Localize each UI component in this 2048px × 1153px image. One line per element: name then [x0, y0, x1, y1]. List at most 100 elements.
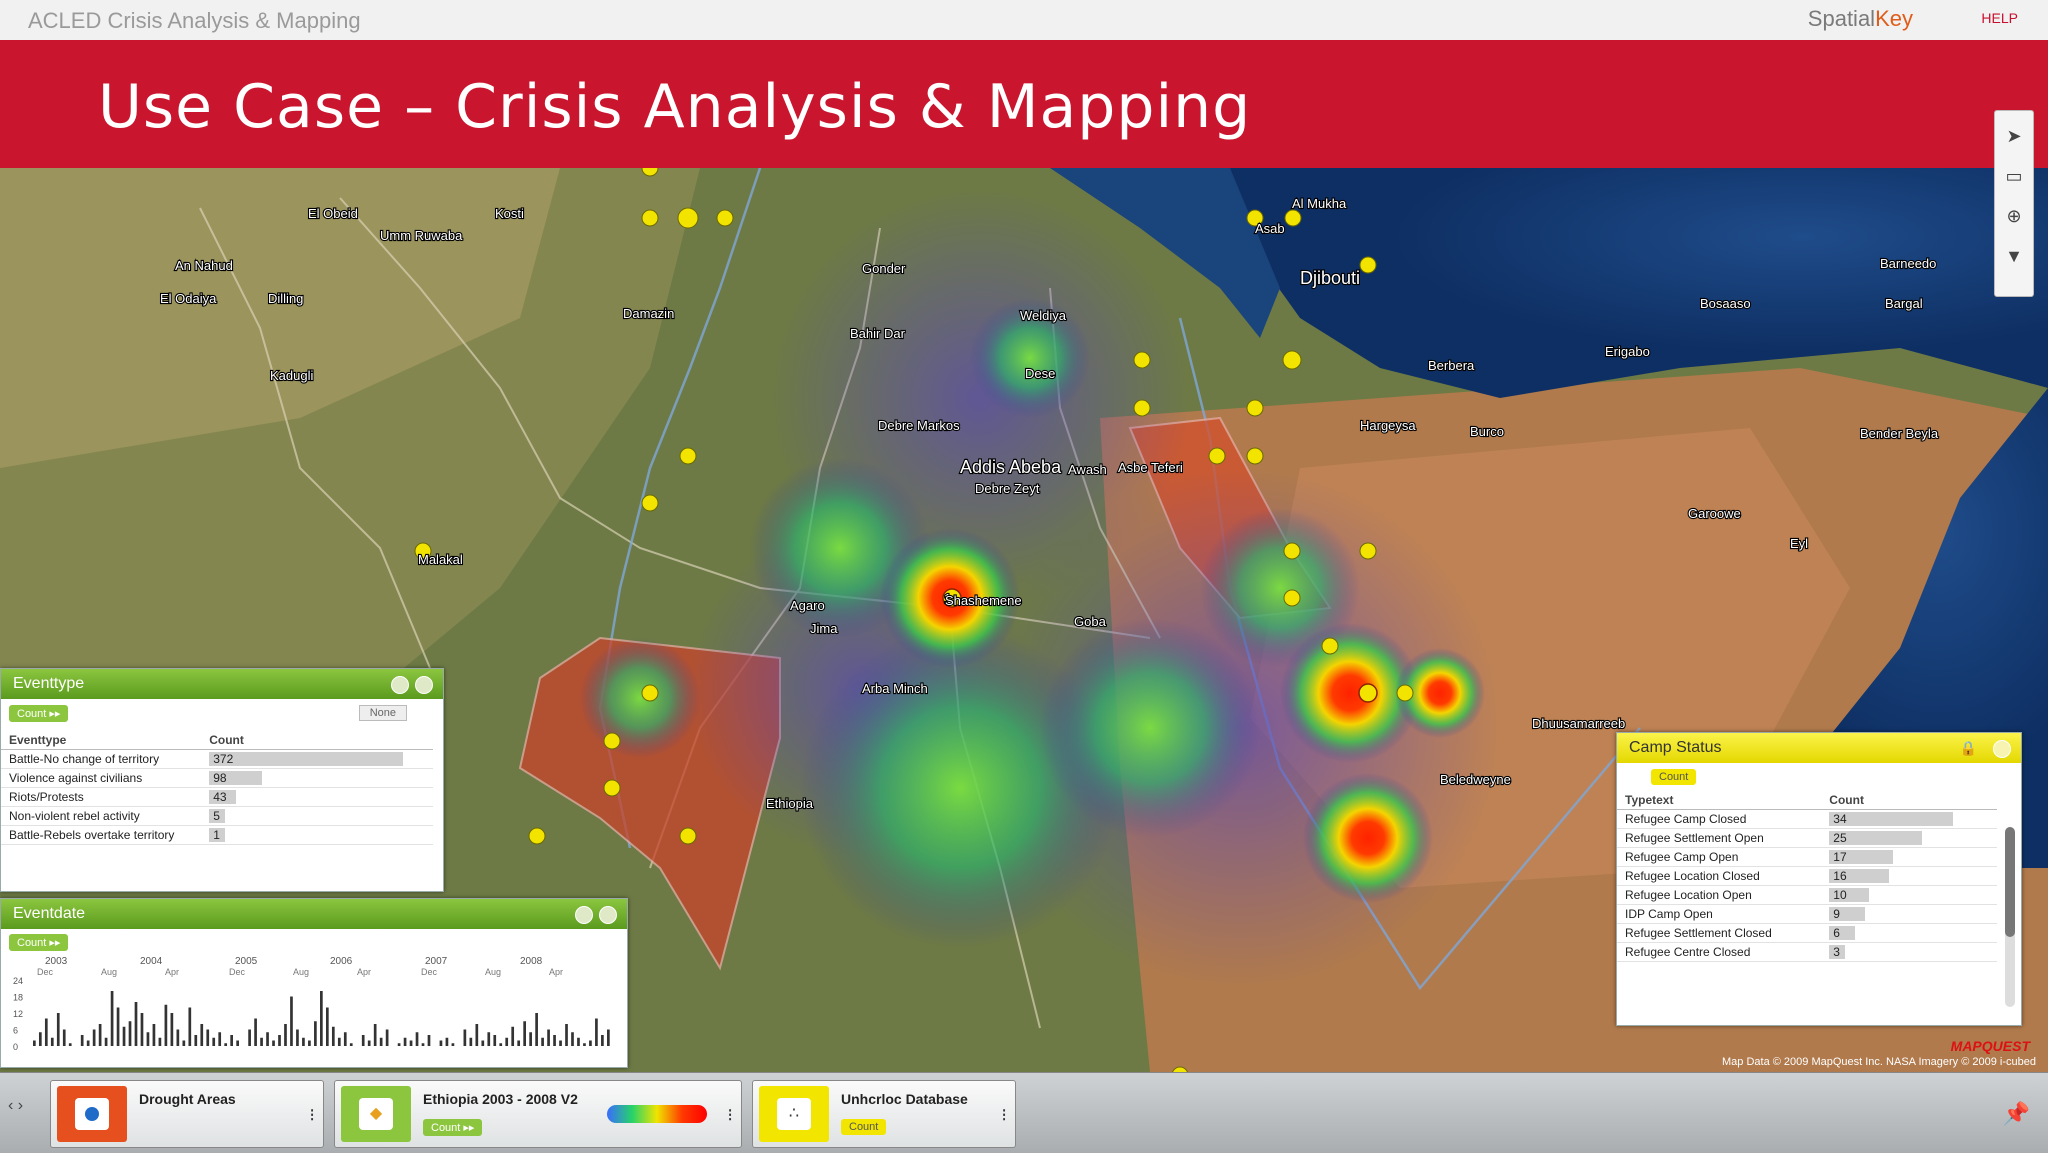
- histogram-bar: [595, 1018, 598, 1046]
- place-dilling: Dilling: [268, 291, 303, 306]
- histogram-bar: [128, 1021, 132, 1046]
- slide-banner: Use Case – Crisis Analysis & Mapping: [0, 40, 2048, 168]
- row-count: 16: [1821, 867, 1997, 886]
- select-icon[interactable]: ▭: [1995, 161, 2033, 191]
- histogram-bar: [559, 1040, 562, 1046]
- histogram-bar: [296, 1029, 299, 1046]
- place-agaro: Agaro: [790, 598, 825, 613]
- eventtype-table: Eventtype Count Battle-No change of terri…: [1, 731, 433, 845]
- place-arba-minch: Arba Minch: [862, 681, 928, 696]
- histogram-bar: [206, 1029, 210, 1046]
- table-row[interactable]: Battle-Rebels overtake territory 1: [1, 826, 433, 845]
- close-icon[interactable]: [415, 676, 433, 694]
- histogram-bar: [212, 1037, 216, 1046]
- month-label: Aug: [485, 967, 501, 977]
- close-icon[interactable]: [1993, 740, 2011, 758]
- histogram-bar: [194, 1035, 198, 1046]
- histogram-bar: [583, 1043, 586, 1046]
- minimize-icon[interactable]: [391, 676, 409, 694]
- eventtype-panel: Eventtype Count ▸▸ None Eventtype Count B…: [0, 668, 444, 892]
- table-row[interactable]: Battle-No change of territory 372: [1, 750, 433, 769]
- layer-menu-icon[interactable]: ⁝: [309, 1105, 315, 1126]
- table-row[interactable]: Non-violent rebel activity 5: [1, 807, 433, 826]
- month-label: Apr: [165, 967, 179, 977]
- eventdate-header: Eventdate: [1, 899, 627, 929]
- count-toggle[interactable]: Count ▸▸: [9, 705, 69, 722]
- histogram-bar: [553, 1035, 556, 1046]
- none-button[interactable]: None: [358, 705, 407, 721]
- count-bar: 34: [1829, 812, 1954, 826]
- col-eventtype: Eventtype: [1, 731, 202, 750]
- layer-label: Drought Areas: [139, 1091, 236, 1107]
- close-icon[interactable]: [599, 906, 617, 924]
- heat-legend: [607, 1105, 707, 1123]
- histogram-bar: [146, 1032, 150, 1046]
- eventdate-histogram[interactable]: 2003 2004 2005 2006 2007 2008 Dec Aug Apr Dec Aug A…: [1, 956, 621, 1060]
- row-type: Violence against civilians: [9, 771, 143, 785]
- help-link[interactable]: HELP: [1981, 10, 2018, 26]
- scrollbar[interactable]: [2005, 827, 2015, 1007]
- pointer-icon[interactable]: ➤: [1995, 121, 2033, 151]
- row-type: Refugee Camp Closed: [1625, 812, 1747, 826]
- minimize-icon[interactable]: [575, 906, 593, 924]
- filter-icon[interactable]: ▼: [1995, 241, 2033, 271]
- table-row[interactable]: Refugee Camp Open 17: [1617, 848, 1997, 867]
- count-toggle[interactable]: Count: [1651, 769, 1697, 785]
- histogram-bar: [188, 1007, 192, 1046]
- count-toggle[interactable]: Count ▸▸: [423, 1119, 483, 1136]
- place-malakal: Malakal: [418, 552, 463, 567]
- layer-tile-unhcr[interactable]: ∴ Unhcrloc Database Count ⁝: [752, 1080, 1016, 1148]
- table-row[interactable]: Refugee Settlement Open 25: [1617, 829, 1997, 848]
- row-type: Refugee Location Closed: [1625, 869, 1760, 883]
- histogram-bar: [373, 1024, 377, 1046]
- row-count: 10: [1821, 886, 1997, 905]
- count-bar: 98: [209, 771, 263, 785]
- place-el-odaiya: El Odaiya: [160, 291, 217, 306]
- histogram-bar: [523, 1021, 526, 1046]
- place-addis-abeba: Addis Abeba: [960, 457, 1062, 477]
- histogram-bar: [493, 1035, 497, 1046]
- camp-status-header: Camp Status 🔒: [1617, 733, 2021, 763]
- layer-tile-drought[interactable]: Drought Areas ⁝: [50, 1080, 324, 1148]
- place-burco: Burco: [1470, 424, 1504, 439]
- count-bar: 10: [1829, 888, 1870, 902]
- histogram-bar: [98, 1024, 102, 1046]
- place-hargeysa: Hargeysa: [1360, 418, 1416, 433]
- table-row[interactable]: IDP Camp Open 9: [1617, 905, 1997, 924]
- table-row[interactable]: Refugee Camp Closed 34: [1617, 810, 1997, 829]
- table-row[interactable]: Refugee Settlement Closed 6: [1617, 924, 1997, 943]
- histogram-bar: [38, 1032, 42, 1046]
- place-weldiya: Weldiya: [1020, 308, 1067, 323]
- table-row[interactable]: Refugee Centre Closed 3: [1617, 943, 1997, 962]
- table-row[interactable]: Riots/Protests 43: [1, 788, 433, 807]
- histogram-bar: [469, 1037, 473, 1046]
- layer-tile-ethiopia[interactable]: ◆ Ethiopia 2003 - 2008 V2 Count ▸▸ ⁝: [334, 1080, 742, 1148]
- zoom-icon[interactable]: ⊕: [1995, 201, 2033, 231]
- layer-label: Unhcrloc Database: [841, 1091, 968, 1107]
- layer-menu-icon[interactable]: ⁝: [727, 1105, 733, 1126]
- count-toggle[interactable]: Count: [841, 1119, 887, 1135]
- layer-menu-icon[interactable]: ⁝: [1001, 1105, 1007, 1126]
- lock-icon[interactable]: 🔒: [1960, 733, 1977, 763]
- table-row[interactable]: Refugee Location Closed 16: [1617, 867, 1997, 886]
- year-label: 2008: [520, 956, 543, 967]
- col-count: Count: [1821, 791, 1997, 810]
- place-bahir-dar: Bahir Dar: [850, 326, 906, 341]
- table-row[interactable]: Refugee Location Open 10: [1617, 886, 1997, 905]
- histogram-bar: [415, 1032, 419, 1046]
- month-label: Aug: [101, 967, 117, 977]
- histogram-bar: [122, 1026, 126, 1046]
- table-row[interactable]: Violence against civilians 98: [1, 769, 433, 788]
- histogram-bar: [158, 1037, 162, 1046]
- place-dese: Dese: [1025, 366, 1055, 381]
- histogram-bar: [230, 1035, 234, 1046]
- histogram-bar: [284, 1024, 287, 1046]
- histogram-bar: [200, 1024, 204, 1046]
- place-el-obeid: El Obeid: [308, 206, 358, 221]
- place-an-nahud: An Nahud: [175, 258, 233, 273]
- count-toggle[interactable]: Count ▸▸: [9, 934, 69, 951]
- dock-nav-arrows-icon[interactable]: ‹ ›: [8, 1097, 23, 1115]
- histogram-bar: [409, 1040, 413, 1046]
- histogram-bar: [104, 1037, 108, 1046]
- pin-icon[interactable]: 📌: [2003, 1101, 2030, 1127]
